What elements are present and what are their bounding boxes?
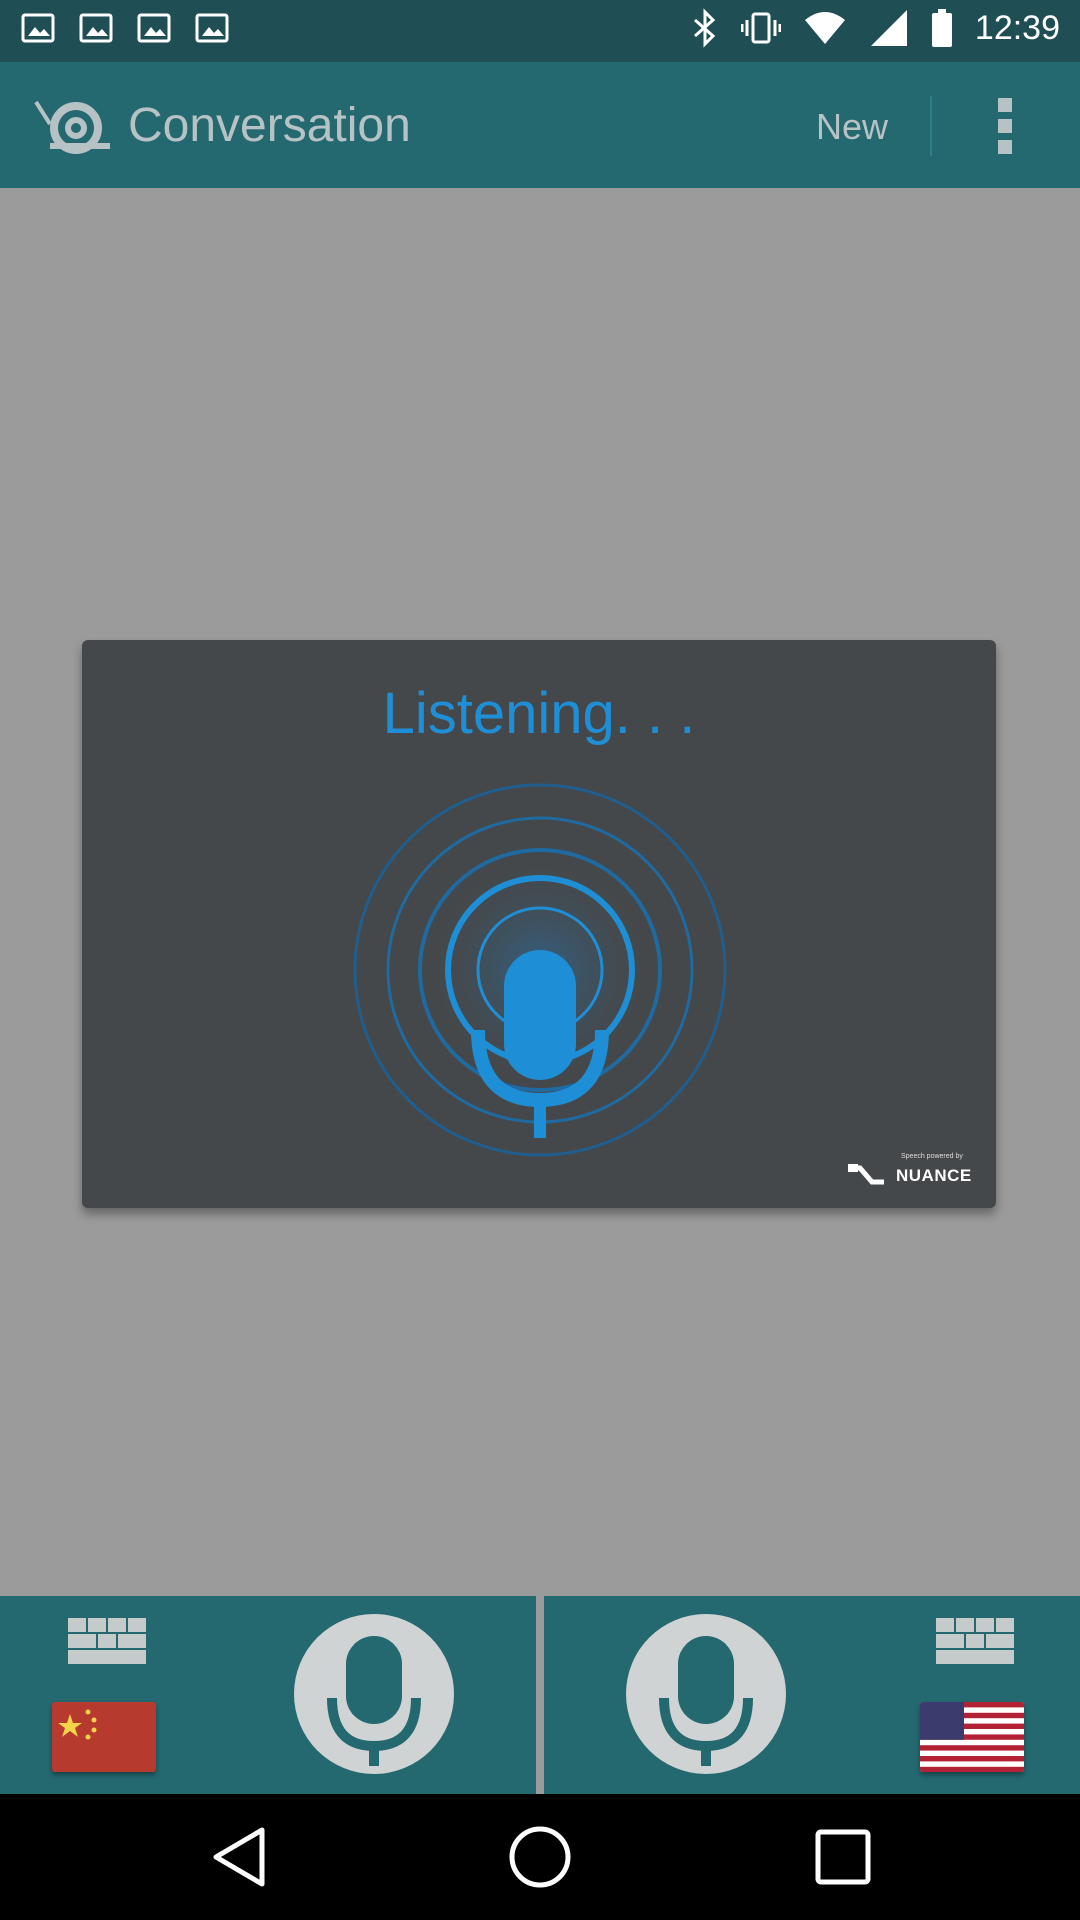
battery-icon xyxy=(931,9,952,47)
chinese-mic-button[interactable] xyxy=(294,1614,454,1774)
recents-square-icon[interactable] xyxy=(808,1822,878,1892)
powered-by-text: Speech powered by xyxy=(901,1153,963,1160)
wifi-icon xyxy=(804,12,845,44)
vibrate-icon xyxy=(740,12,781,44)
nuance-brand-text: NUANCE xyxy=(896,1166,972,1185)
status-bar: 12:39 xyxy=(0,0,1080,62)
status-time: 12:39 xyxy=(974,8,1060,47)
china-flag-icon[interactable] xyxy=(52,1702,156,1772)
new-button[interactable]: New xyxy=(816,106,888,148)
microphone-icon xyxy=(659,1636,753,1766)
english-mic-button[interactable] xyxy=(626,1614,786,1774)
image-icon xyxy=(137,13,171,43)
microphone-icon[interactable] xyxy=(350,780,730,1160)
listening-dialog: Listening. . . Speech powered by NUANCE xyxy=(82,640,996,1208)
page-title: Conversation xyxy=(128,99,411,152)
microphone-icon xyxy=(327,1636,421,1766)
notification-icons xyxy=(20,10,230,46)
bluetooth-icon xyxy=(693,8,716,48)
keyboard-icon[interactable] xyxy=(934,1616,1016,1666)
system-icons: 12:39 xyxy=(691,8,1060,48)
more-vertical-icon[interactable] xyxy=(990,94,1020,158)
bottom-controls xyxy=(0,1596,1080,1794)
bottom-divider xyxy=(536,1596,544,1794)
signal-icon xyxy=(870,10,907,46)
snail-at-logo-icon xyxy=(34,100,110,154)
image-icon xyxy=(79,13,113,43)
image-icon xyxy=(195,13,229,43)
image-icon xyxy=(21,13,55,43)
us-flag-icon[interactable] xyxy=(920,1702,1024,1772)
back-triangle-icon[interactable] xyxy=(204,1822,274,1892)
listening-status-text: Listening. . . xyxy=(382,681,696,746)
nuance-powered-by-logo: Speech powered by NUANCE xyxy=(846,1152,986,1192)
keyboard-icon[interactable] xyxy=(66,1616,148,1666)
home-circle-icon[interactable] xyxy=(505,1822,575,1892)
navigation-bar xyxy=(0,1794,1080,1920)
app-bar-divider xyxy=(930,96,932,156)
app-bar: Conversation New xyxy=(0,62,1080,188)
